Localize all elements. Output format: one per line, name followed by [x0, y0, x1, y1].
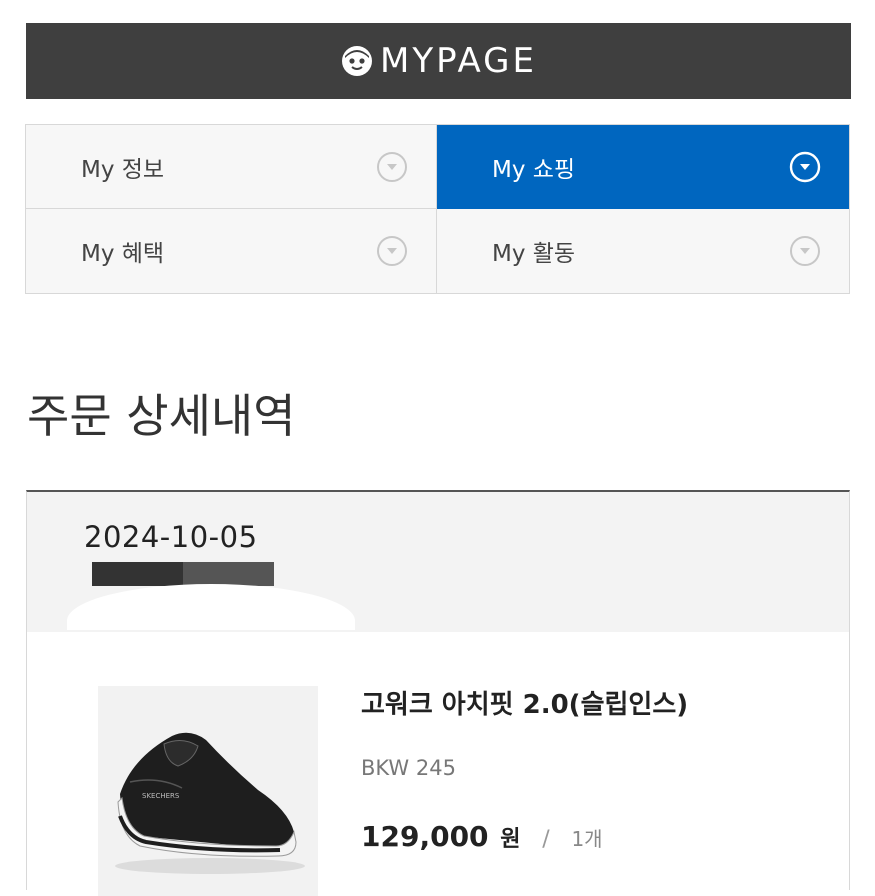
menu-item-my-benefits[interactable]: My 혜택: [26, 209, 437, 293]
menu-item-label: My 활동: [492, 241, 576, 267]
menu-item-label: My 정보: [81, 156, 165, 183]
product-price: 129,000: [361, 820, 489, 853]
order-date: 2024-10-05: [84, 520, 258, 554]
product-option: BKW 245: [361, 756, 456, 780]
price-currency: 원: [500, 827, 521, 852]
menu-item-my-activity[interactable]: My 활동: [437, 209, 849, 293]
chevron-down-circle-icon: [790, 236, 820, 266]
mypage-header: MYPAGE: [26, 23, 851, 99]
chevron-down-circle-icon: [377, 236, 407, 266]
menu-item-label: My 쇼핑: [492, 157, 576, 183]
black-slip-on-sneaker-image: SKECHERS: [98, 686, 318, 896]
redacted-order-number: [92, 562, 274, 586]
header-title: MYPAGE: [380, 41, 537, 81]
product-quantity: 1개: [571, 827, 603, 851]
menu-item-label: My 혜택: [81, 241, 165, 267]
product-price-row: 129,000 원 / 1개: [361, 820, 603, 853]
svg-text:SKECHERS: SKECHERS: [142, 792, 180, 800]
chevron-down-circle-icon: [789, 151, 821, 183]
menu-item-my-info[interactable]: My 정보: [26, 125, 437, 209]
redaction-overlay: [67, 584, 355, 630]
price-separator: /: [542, 827, 550, 852]
chevron-down-circle-icon: [377, 151, 407, 182]
mypage-menu: My 정보 My 쇼핑 My 혜택 My 활동: [25, 124, 850, 294]
order-detail-section: 2024-10-05 SKECHERS 고워크 아치핏 2.0(슬립인스) BK…: [26, 490, 850, 896]
order-item-card: SKECHERS 고워크 아치핏 2.0(슬립인스) BKW 245 129,0…: [27, 632, 849, 896]
product-name[interactable]: 고워크 아치핏 2.0(슬립인스): [361, 684, 688, 721]
smiley-face-icon: [342, 46, 373, 76]
page-title: 주문 상세내역: [27, 389, 296, 443]
product-image[interactable]: SKECHERS: [98, 686, 318, 896]
menu-item-my-shopping[interactable]: My 쇼핑: [437, 125, 849, 209]
